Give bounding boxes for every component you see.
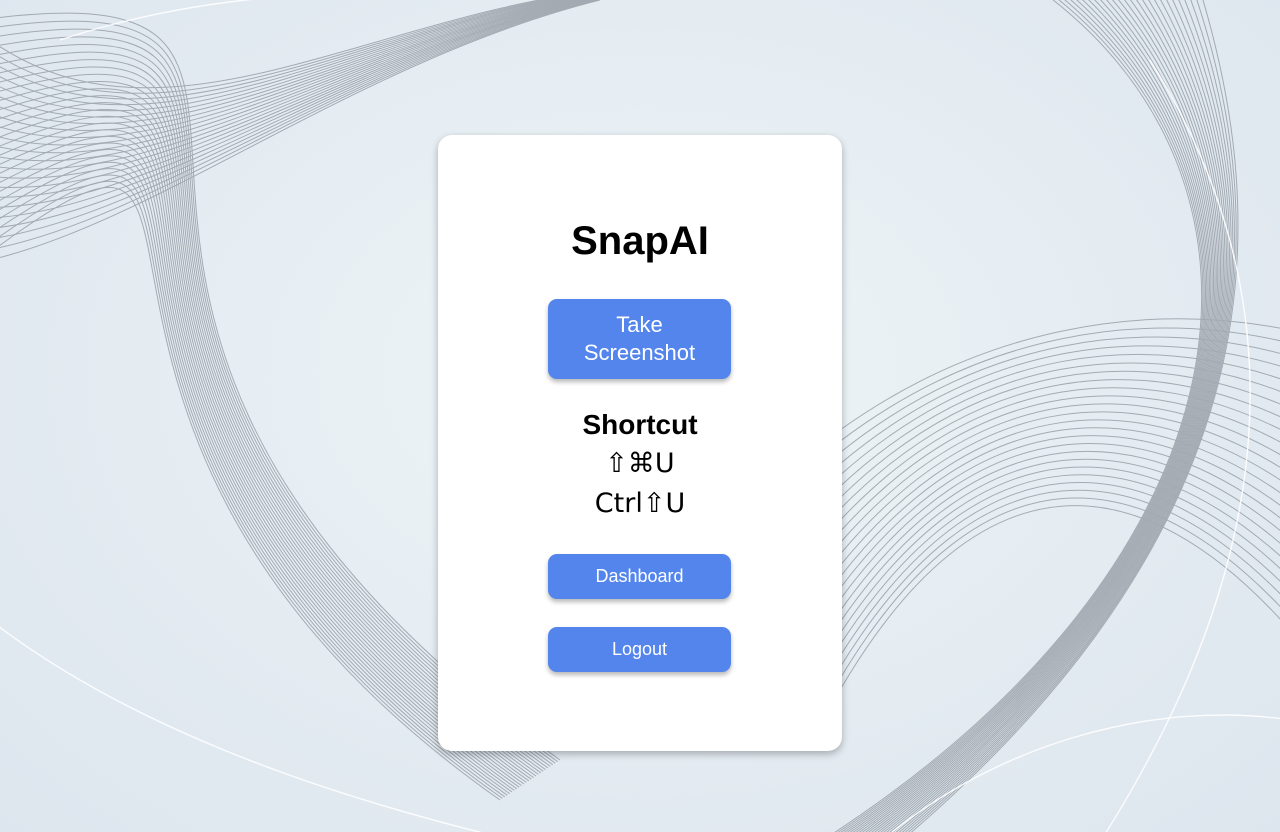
card-content: SnapAI Take Screenshot Shortcut ⇧⌘U Ctrl… [0,0,1280,832]
logout-button[interactable]: Logout [548,627,731,672]
shortcut-mac: ⇧⌘U [605,448,675,479]
app-title: SnapAI [571,219,709,263]
shortcut-windows: Ctrl⇧U [594,488,686,519]
dashboard-button[interactable]: Dashboard [548,554,731,599]
take-screenshot-label: Take Screenshot [583,312,696,365]
take-screenshot-button[interactable]: Take Screenshot [548,299,731,379]
shortcut-heading: Shortcut [582,409,698,440]
